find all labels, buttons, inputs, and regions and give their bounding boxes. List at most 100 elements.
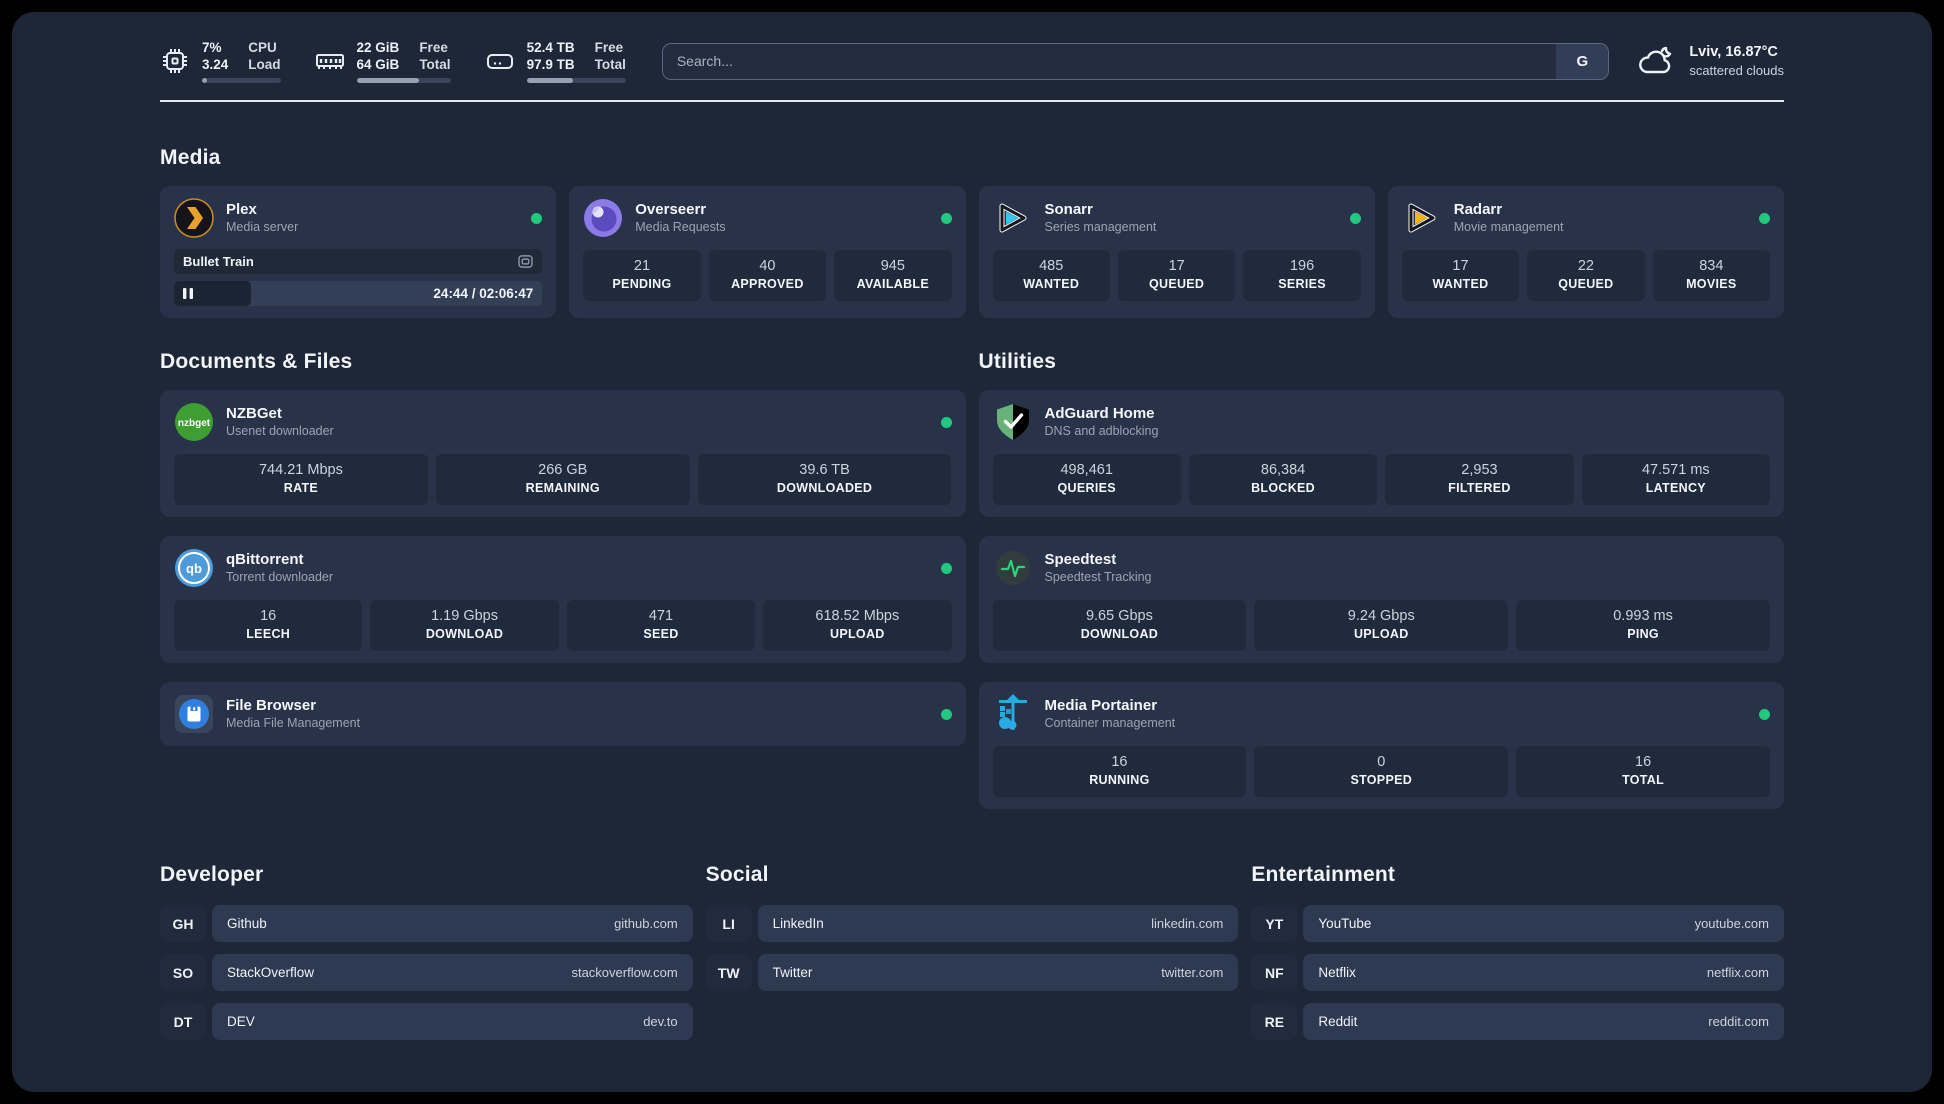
app-description: Media server [226,220,299,234]
status-dot [940,212,952,224]
link-abbr: GH [160,905,206,942]
app-name: NZBGet [226,405,282,422]
app-description: Series management [1044,220,1157,234]
app-name: Media Portainer [1044,697,1158,714]
link-abbr: DT [160,1003,206,1040]
link-github[interactable]: GH Github github.com [160,905,693,942]
app-card-nzbget[interactable]: nzbget NZBGet Usenet downloader 744.21 M… [160,390,966,517]
link-netflix[interactable]: NF Netflix netflix.com [1251,954,1784,991]
svg-text:qb: qb [186,561,202,576]
cpu-usage-label: CPU [248,40,277,55]
memory-total-value: 64 GiB [356,57,400,72]
cloud-icon [1639,46,1672,74]
app-card-adguard[interactable]: AdGuard Home DNS and adblocking 498,461 … [978,390,1784,517]
app-name: Speedtest [1044,551,1117,568]
dashboard-page: 7% 3.24 CPU Load 22 GiB 64 GiB Free Tota… [12,12,1932,1092]
entertainment-section-title: Entertainment [1251,863,1396,886]
app-name: Plex [226,201,257,218]
app-description: Torrent downloader [226,570,334,584]
link-name: Netflix [1318,965,1356,980]
app-description: Usenet downloader [226,424,334,438]
stat-running: 16 RUNNING [992,746,1247,797]
stat-approved: 40 APPROVED [708,250,827,301]
ram-icon [315,54,344,69]
app-name: Overseerr [635,201,707,218]
link-url: dev.to [643,1014,678,1029]
app-card-qbittorrent[interactable]: qb qBittorrent Torrent downloader 16 LEE… [160,536,966,663]
portainer-icon [998,694,1027,730]
section-developer: Developer GH Github github.com SO StackO… [160,863,693,1052]
stat-available: 945 AVAILABLE [834,250,952,301]
link-name: DEV [227,1014,255,1029]
stat-ping: 0.993 ms PING [1516,600,1770,651]
app-description: Media File Management [226,716,361,730]
link-abbr: RE [1251,1003,1298,1040]
adguard-icon [996,404,1029,440]
link-url: linkedin.com [1151,916,1224,931]
link-youtube[interactable]: YT YouTube youtube.com [1251,905,1784,942]
section-utilities: Utilities AdGuard Home DNS and adblockin… [978,350,1784,809]
pause-icon [183,288,193,299]
now-playing-title-row: Bullet Train [174,249,543,274]
stat-leech: 16 LEECH [174,600,363,651]
app-card-portainer[interactable]: Media Portainer Container management 16 … [978,682,1784,809]
link-dev[interactable]: DT DEV dev.to [160,1003,693,1040]
link-name: LinkedIn [772,916,824,931]
stat-queued: 17 QUEUED [1117,250,1236,301]
stat-queries: 498,461 QUERIES [992,454,1181,505]
link-abbr: LI [705,905,752,942]
stat-wanted: 17 WANTED [1401,250,1520,301]
memory-free-label: Free [419,40,448,55]
now-playing-title: Bullet Train [183,254,254,269]
app-description: Movie management [1453,220,1564,234]
app-card-plex[interactable]: Plex Media server Bullet Train 24:44 / 0… [160,186,557,318]
utilities-section-title: Utilities [978,350,1057,373]
status-dot [1349,212,1361,224]
cpu-icon [163,49,187,73]
stat-movies: 834 MOVIES [1652,250,1771,301]
link-name: Reddit [1318,1014,1358,1029]
plex-icon [174,198,214,238]
link-url: stackoverflow.com [571,965,678,980]
status-dot [1759,212,1770,224]
section-documents: Documents & Files nzbget NZBGet Usenet d… [160,350,966,809]
link-url: youtube.com [1694,916,1769,931]
topbar: 7% 3.24 CPU Load 22 GiB 64 GiB Free Tota… [160,12,1784,86]
status-dot [940,416,952,428]
status-dot [940,562,952,574]
memory-stat: 22 GiB 64 GiB Free Total [315,39,451,83]
developer-section-title: Developer [160,863,264,886]
social-section-title: Social [705,863,769,886]
memory-free-value: 22 GiB [356,40,400,55]
link-name: StackOverflow [227,965,315,980]
app-card-speedtest[interactable]: Speedtest Speedtest Tracking 9.65 Gbps D… [978,536,1784,663]
now-playing-progress[interactable]: 24:44 / 02:06:47 [174,281,543,306]
app-card-radarr[interactable]: Radarr Movie management 17 WANTED 22 QUE… [1387,186,1784,318]
overseerr-icon [584,199,623,237]
search-engine-button[interactable]: G [1556,43,1609,79]
app-card-overseerr[interactable]: Overseerr Media Requests 21 PENDING 40 A… [569,186,966,318]
stat-wanted: 485 WANTED [992,250,1110,301]
app-card-sonarr[interactable]: Sonarr Series management 485 WANTED 17 Q… [978,186,1375,318]
cpu-usage-value: 7% [202,40,222,55]
link-stackoverflow[interactable]: SO StackOverflow stackoverflow.com [160,954,693,991]
link-abbr: NF [1251,954,1298,991]
stat-upload: 618.52 Mbps UPLOAD [763,600,952,651]
link-url: netflix.com [1706,965,1769,980]
link-reddit[interactable]: RE Reddit reddit.com [1251,1003,1784,1040]
stat-remaining: 266 GB REMAINING [435,454,690,505]
stat-seed: 471 SEED [566,600,756,651]
status-dot [1759,708,1770,720]
link-linkedin[interactable]: LI LinkedIn linkedin.com [705,905,1239,942]
stat-blocked: 86,384 BLOCKED [1188,454,1378,505]
stat-series: 196 SERIES [1243,250,1361,301]
link-twitter[interactable]: TW Twitter twitter.com [705,954,1239,991]
nzbget-icon: nzbget [175,403,213,441]
svg-text:nzbget: nzbget [178,418,211,429]
search-input[interactable] [662,43,1557,79]
section-social: Social LI LinkedIn linkedin.com TW Twitt… [705,863,1239,1052]
disk-icon [486,54,513,69]
app-card-filebrowser[interactable]: File Browser Media File Management [160,682,966,746]
link-abbr: YT [1251,905,1298,942]
app-description: DNS and adblocking [1044,424,1159,438]
